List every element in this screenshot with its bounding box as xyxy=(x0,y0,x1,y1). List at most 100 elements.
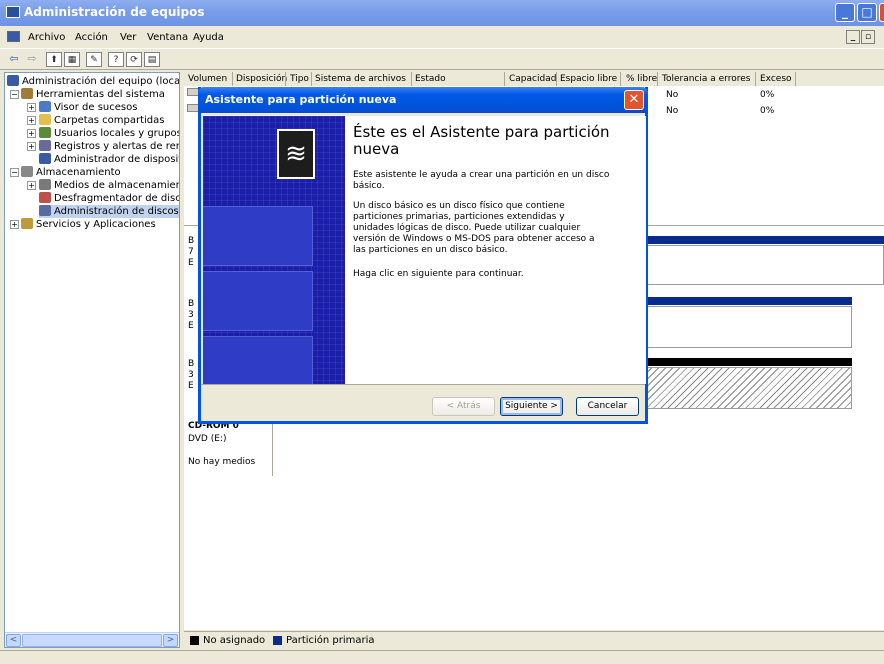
column-sistema-archivos[interactable]: Sistema de archivos xyxy=(315,74,406,84)
scroll-right-button[interactable]: > xyxy=(163,634,178,647)
wizard-heading: Éste es el Asistente para partición nuev… xyxy=(353,123,610,158)
tree-item-root[interactable]: Administración del equipo (local) xyxy=(7,75,179,88)
expand-toggle[interactable]: + xyxy=(27,142,36,151)
forward-arrow-icon[interactable]: ⇨ xyxy=(24,52,40,67)
tree-item-visor-sucesos[interactable]: Visor de sucesos xyxy=(39,101,137,114)
window-title: Administración de equipos xyxy=(24,5,205,19)
event-viewer-icon xyxy=(39,101,51,112)
mdi-restore-button[interactable]: ▫ xyxy=(861,30,875,44)
scroll-thumb[interactable] xyxy=(22,634,162,647)
expand-toggle[interactable]: + xyxy=(27,116,36,125)
menu-ver[interactable]: Ver xyxy=(120,32,136,43)
wizard-intro-text: Este asistente le ayuda a crear una part… xyxy=(353,170,610,191)
column-espacio-libre[interactable]: Espacio libre xyxy=(560,74,617,84)
collapse-toggle[interactable]: − xyxy=(10,168,19,177)
users-icon xyxy=(39,127,51,138)
mdi-window-controls: _ ▫ xyxy=(846,30,876,46)
column-porcentaje-libre[interactable]: % libre xyxy=(626,74,657,84)
tree-horizontal-scrollbar[interactable]: < > xyxy=(5,632,179,647)
defrag-icon xyxy=(39,192,51,203)
shared-folder-icon xyxy=(39,114,51,125)
column-estado[interactable]: Estado xyxy=(415,74,446,84)
table-row-tolerance: No xyxy=(666,90,679,100)
wizard-continue-text: Haga clic en siguiente para continuar. xyxy=(353,269,524,279)
tree-item-almacenamiento[interactable]: Almacenamiento xyxy=(21,166,121,179)
menu-ventana[interactable]: Ventana xyxy=(147,32,188,43)
cdrom-0-label[interactable]: CD-ROM 0 DVD (E:) No hay medios xyxy=(188,421,278,468)
tree-item-usuarios[interactable]: Usuarios locales y grupos xyxy=(39,127,179,140)
column-disposicion[interactable]: Disposición xyxy=(236,74,287,84)
export-icon[interactable]: ▤ xyxy=(144,52,160,67)
expand-toggle[interactable]: + xyxy=(27,103,36,112)
mmc-document-icon[interactable] xyxy=(7,31,20,42)
unallocated-swatch xyxy=(190,636,199,645)
disk-2-unallocated-bar xyxy=(644,358,852,366)
wizard-title-bar[interactable]: Asistente para partición nueva ✕ xyxy=(198,87,648,113)
tree-item-administracion-discos[interactable]: Administración de discos xyxy=(39,205,179,218)
wizard-content: Éste es el Asistente para partición nuev… xyxy=(345,116,646,384)
services-icon xyxy=(21,218,33,229)
new-partition-wizard-dialog: Asistente para partición nueva ✕ ≋ Éste … xyxy=(198,87,648,424)
maximize-button[interactable]: □ xyxy=(857,3,877,22)
disk-2-unallocated-area[interactable] xyxy=(644,367,852,409)
help-icon[interactable]: ? xyxy=(108,52,124,67)
disk-stack-icon: ≋ xyxy=(277,129,315,179)
window-title-bar[interactable]: Administración de equipos _ □ xyxy=(0,0,884,26)
disk-0-partition[interactable] xyxy=(644,245,884,285)
table-row-tolerance: No xyxy=(666,106,679,116)
tree-item-dispositivos[interactable]: Administrador de dispositivos xyxy=(39,153,179,166)
volume-list-header: Volumen Disposición Tipo Sistema de arch… xyxy=(184,72,884,86)
expand-toggle[interactable]: + xyxy=(27,181,36,190)
console-tree: Administración del equipo (local) − Herr… xyxy=(4,72,180,648)
tools-icon xyxy=(21,88,33,99)
refresh-icon[interactable]: ⟳ xyxy=(126,52,142,67)
tree-item-medios[interactable]: Medios de almacenamiento e xyxy=(39,179,179,192)
computer-management-icon xyxy=(6,6,20,18)
wizard-title: Asistente para partición nueva xyxy=(205,93,397,106)
scroll-left-button[interactable]: < xyxy=(6,634,21,647)
tree-item-herramientas[interactable]: Herramientas del sistema xyxy=(21,88,165,101)
tree-item-desfragmentador[interactable]: Desfragmentador de disco xyxy=(39,192,179,205)
tree-item-registros[interactable]: Registros y alertas de rendim xyxy=(39,140,179,153)
show-hide-tree-icon[interactable]: ▦ xyxy=(64,52,80,67)
table-row-overhead: 0% xyxy=(760,90,775,100)
collapse-toggle[interactable]: − xyxy=(10,90,19,99)
expand-toggle[interactable]: + xyxy=(27,129,36,138)
cancel-button[interactable]: Cancelar xyxy=(576,397,639,416)
menu-accion[interactable]: Acción xyxy=(75,32,108,43)
device-manager-icon xyxy=(39,153,51,164)
disk-management-icon xyxy=(39,205,51,216)
column-capacidad[interactable]: Capacidad xyxy=(509,74,556,84)
column-exceso[interactable]: Exceso xyxy=(760,74,792,84)
tree-item-servicios[interactable]: Servicios y Aplicaciones xyxy=(21,218,156,231)
disk-0-partition-bar xyxy=(644,236,884,244)
column-tolerancia[interactable]: Tolerancia a errores xyxy=(662,74,750,84)
up-folder-icon[interactable]: ⬆ xyxy=(46,52,62,67)
wizard-description-text: Un disco básico es un disco físico que c… xyxy=(353,201,595,255)
computer-icon xyxy=(7,75,19,86)
back-button[interactable]: < Atrás xyxy=(432,397,495,416)
properties-icon[interactable]: ✎ xyxy=(86,52,102,67)
toolbar: ⇦ ⇨ ⬆ ▦ ✎ ? ⟳ ▤ xyxy=(0,48,884,70)
close-button[interactable] xyxy=(879,3,884,22)
status-bar xyxy=(0,650,884,664)
expand-toggle[interactable]: + xyxy=(10,220,19,229)
menu-bar: Archivo Acción Ver Ventana Ayuda _ ▫ xyxy=(0,28,884,48)
wizard-side-banner: ≋ xyxy=(203,116,345,384)
storage-icon xyxy=(21,166,33,177)
legend-primary-partition: Partición primaria xyxy=(286,635,375,646)
minimize-button[interactable]: _ xyxy=(835,3,855,22)
wizard-close-button[interactable]: ✕ xyxy=(624,90,644,110)
back-arrow-icon[interactable]: ⇦ xyxy=(6,52,22,67)
menu-archivo[interactable]: Archivo xyxy=(28,32,65,43)
next-button[interactable]: Siguiente > xyxy=(500,397,563,416)
column-tipo[interactable]: Tipo xyxy=(290,74,309,84)
mdi-minimize-button[interactable]: _ xyxy=(846,30,860,44)
wizard-button-bar: < Atrás Siguiente > Cancelar xyxy=(201,384,645,421)
removable-storage-icon xyxy=(39,179,51,190)
tree-item-carpetas[interactable]: Carpetas compartidas xyxy=(39,114,165,127)
disk-1-partition[interactable] xyxy=(644,306,852,348)
column-volumen[interactable]: Volumen xyxy=(188,74,227,84)
menu-ayuda[interactable]: Ayuda xyxy=(193,32,224,43)
legend-unallocated: No asignado xyxy=(203,635,266,646)
